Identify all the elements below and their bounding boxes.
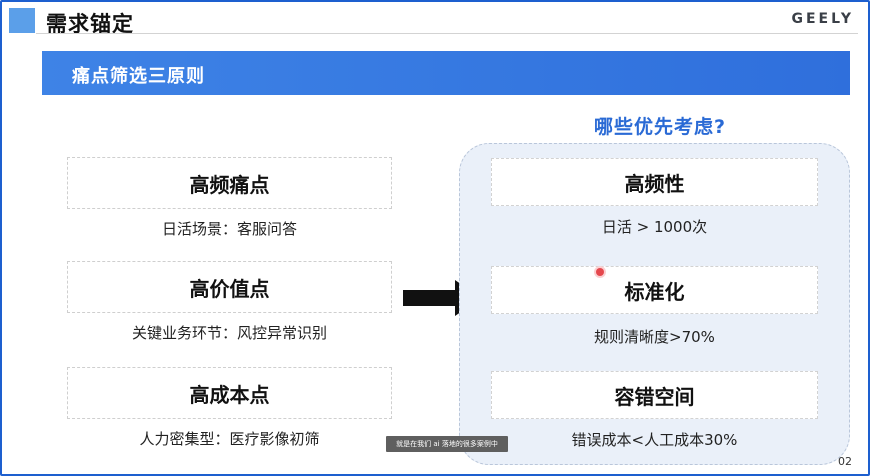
laser-pointer-dot: [596, 268, 604, 276]
left-item-high-value: 高价值点: [67, 261, 392, 313]
criteria-item-standardization: 标准化: [491, 266, 818, 314]
priority-question: 哪些优先考虑?: [593, 116, 727, 138]
criteria-title: 高频性: [624, 171, 685, 196]
title-divider: [36, 33, 858, 34]
criteria-subtitle: 日活 > 1000次: [601, 218, 708, 236]
left-item-title: 高成本点: [189, 382, 270, 407]
criteria-title: 标准化: [624, 279, 685, 304]
criteria-title: 容错空间: [614, 384, 695, 409]
criteria-subtitle: 错误成本<人工成本30%: [571, 431, 738, 449]
left-item-title: 高频痛点: [189, 172, 270, 197]
left-item-subtitle: 关键业务环节：风控异常识别: [131, 324, 327, 342]
banner-title: 痛点筛选三原则: [72, 66, 205, 87]
left-item-subtitle: 日活场景：客服问答: [161, 220, 297, 238]
left-item-high-cost: 高成本点: [67, 367, 392, 419]
geely-logo: GEELY: [791, 11, 854, 27]
left-item-high-frequency: 高频痛点: [67, 157, 392, 209]
subtitle-caption: 就是在我们 ai 落地的很多案例中: [386, 436, 508, 452]
criteria-item-frequency: 高频性: [491, 158, 818, 206]
left-item-title: 高价值点: [189, 276, 270, 301]
criteria-item-error-tolerance: 容错空间: [491, 371, 818, 419]
title-marker-square: [9, 8, 35, 33]
page-number: 02: [838, 455, 852, 468]
section-banner: 痛点筛选三原则: [42, 51, 850, 95]
left-item-subtitle: 人力密集型：医疗影像初筛: [139, 430, 320, 448]
criteria-subtitle: 规则清晰度>70%: [594, 328, 715, 346]
